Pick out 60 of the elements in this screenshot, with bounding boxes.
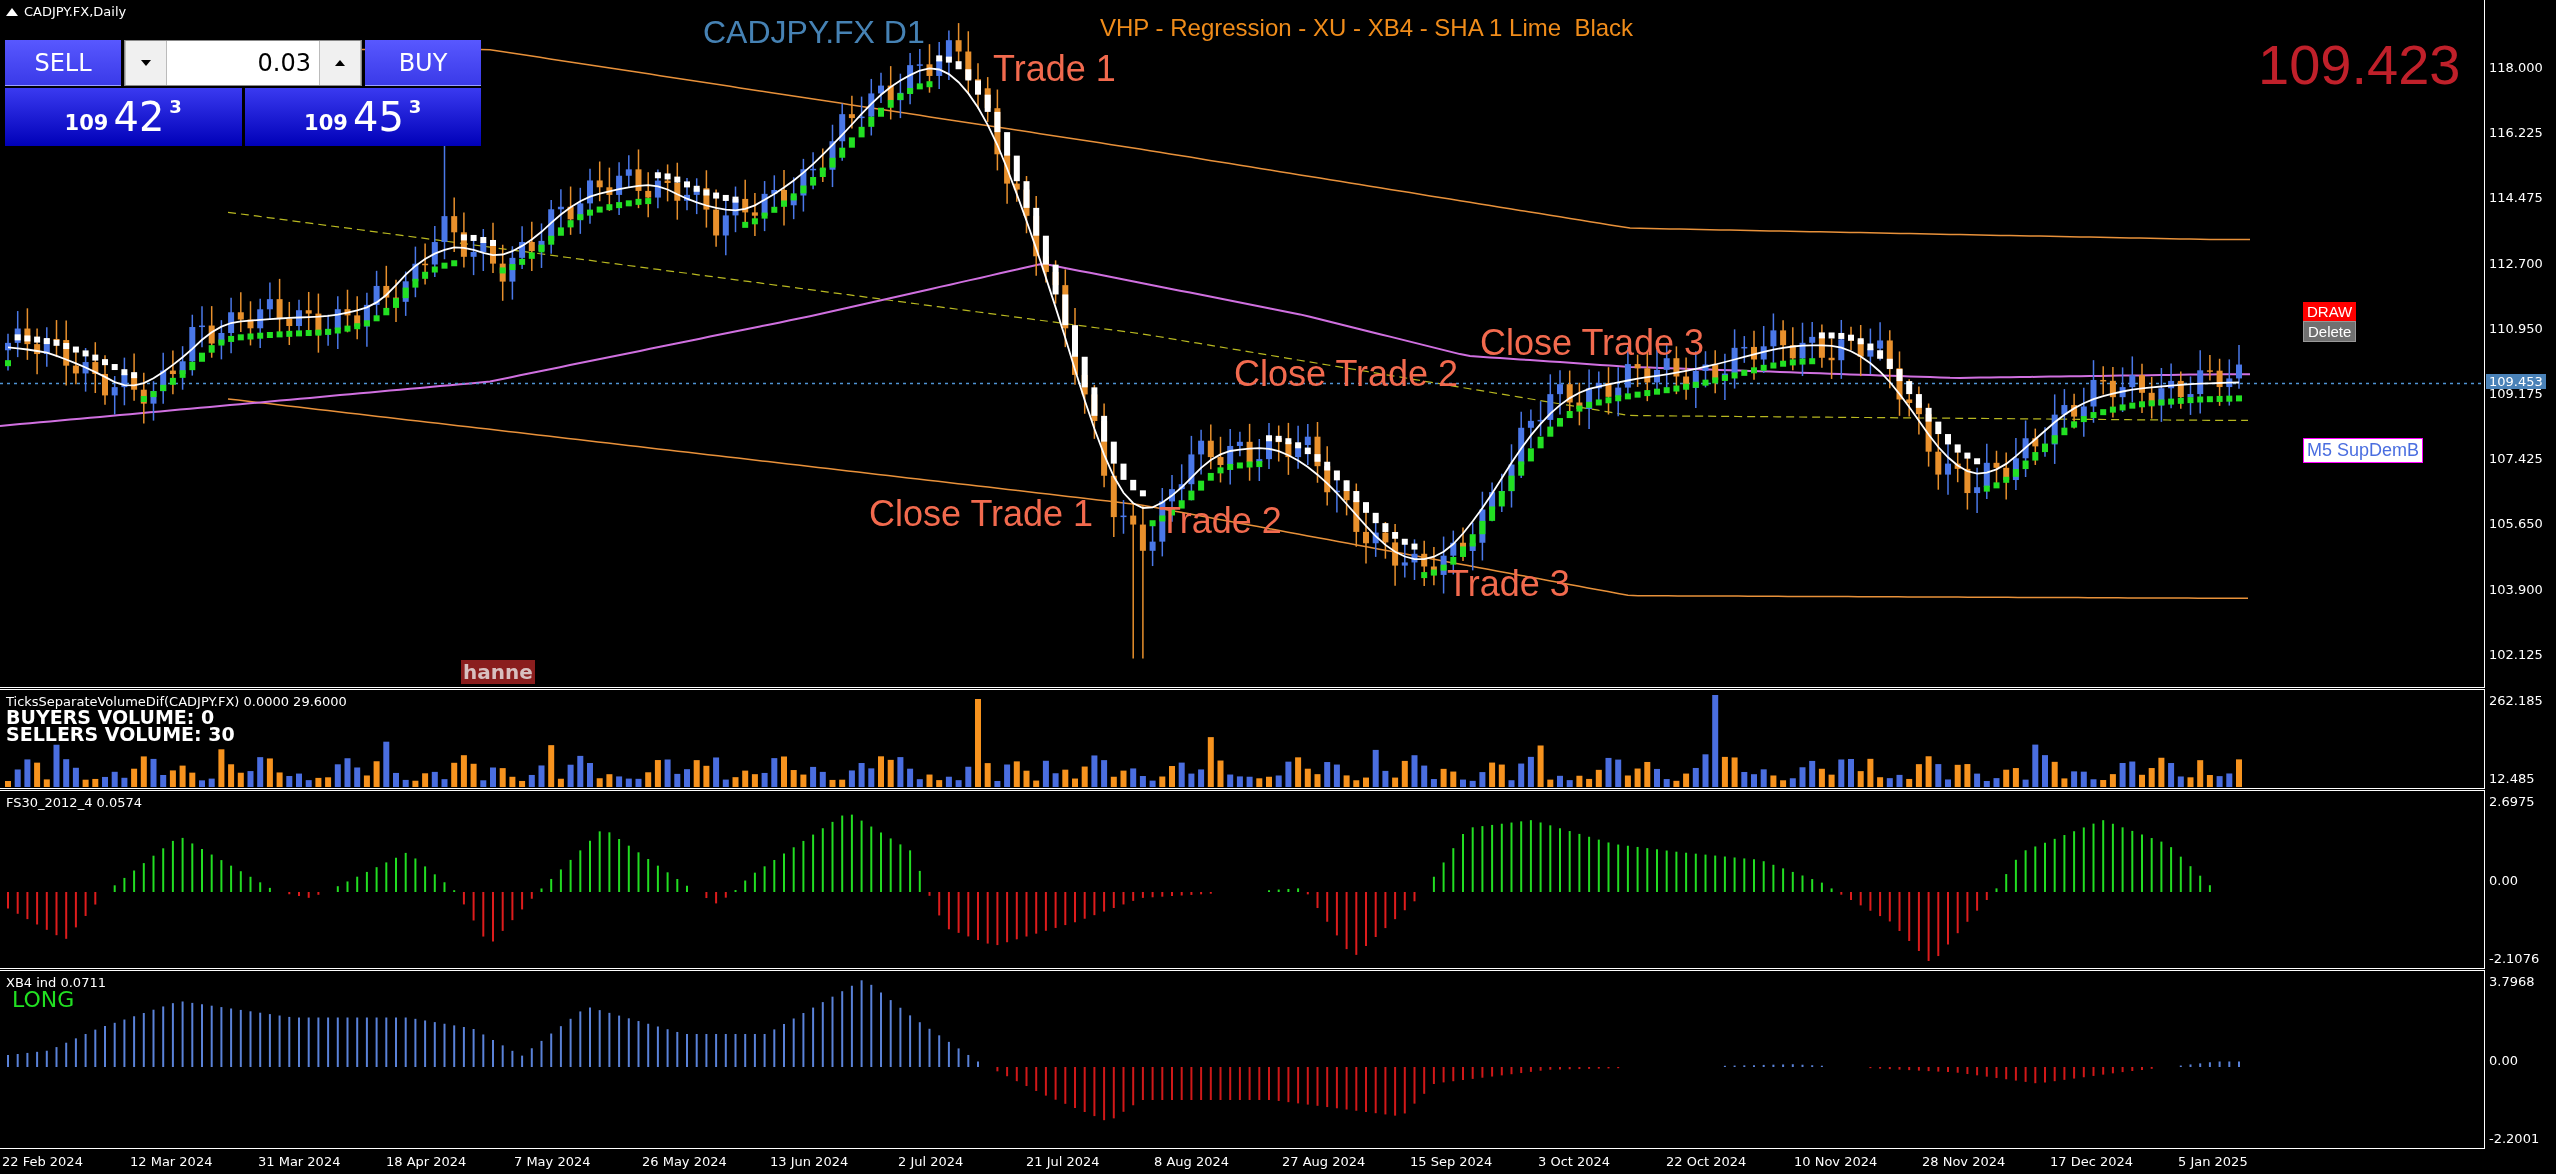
trade-annotation: Trade 1 [993,48,1116,90]
date-axis-label: 7 May 2024 [514,1153,592,1169]
price-axis-label: 116.225 [2489,125,2543,141]
sellers-volume: SELLERS VOLUME: 30 [6,726,235,743]
date-axis-label: 27 Aug 2024 [1282,1153,1367,1169]
oscillator-axis-label: 2.6975 [2489,794,2536,809]
panel-title: FS30_2012_4 0.0574 [6,795,143,810]
volume-axis-label: 12.485 [2489,771,2536,786]
date-axis-label: 31 Mar 2024 [258,1153,342,1169]
current-price-tag: 109.453 [2486,374,2546,390]
date-axis-label: 13 Jun 2024 [770,1153,850,1169]
price-axis-label: 105.650 [2489,516,2543,532]
buy-button[interactable]: BUY [365,40,481,86]
date-axis-label: 12 Mar 2024 [130,1153,214,1169]
lot-size-field[interactable]: 0.03 [124,40,362,86]
price-axis-label: 103.900 [2489,581,2543,597]
volume-axis-label: 262.185 [2489,693,2544,708]
date-axis-label: 2 Jul 2024 [898,1153,965,1169]
lot-value: 0.03 [256,48,312,79]
date-axis-label: 21 Jul 2024 [1026,1153,1101,1169]
date-axis-label: 18 Apr 2024 [386,1153,468,1169]
date-axis-label: 3 Oct 2024 [1538,1153,1612,1169]
date-axis-label: 10 Nov 2024 [1794,1153,1879,1169]
oscillator-axis-label: -2.1076 [2489,951,2541,966]
price-axis-label: 102.125 [2489,646,2543,662]
zone-label[interactable]: M5 SupDemB [2303,438,2424,463]
indicator-caption: VHP - Regression - XU - XB4 - SHA 1 Lime Black [1100,14,1634,42]
date-axis-label: 17 Dec 2024 [2050,1153,2135,1169]
price-axis-label: 112.700 [2489,255,2543,271]
oscillator-axis-label: 0.00 [2489,1052,2519,1068]
draw-button[interactable]: DRAW [2303,302,2357,321]
date-axis-label: 22 Oct 2024 [1666,1153,1748,1169]
panel-title: XB4 ind 0.0711 [6,975,106,990]
panel-title: TicksSeparateVolumeDif(CADJPY.FX) 0.0000 29.6000 [6,694,347,709]
symbol-label: CADJPY.FX D1 [703,14,925,51]
date-axis-label: 15 Sep 2024 [1410,1153,1494,1169]
signal-label: LONG [12,990,75,1010]
window-title: CADJPY.FX,Daily [24,4,127,19]
oscillator-axis-label: 3.7968 [2489,974,2536,989]
price-axis-label: 114.475 [2489,190,2543,206]
date-axis-label: 28 Nov 2024 [1922,1153,2007,1169]
price-axis-label: 118.000 [2489,60,2543,75]
buyers-volume: BUYERS VOLUME: 0 [6,709,215,726]
oscillator-axis-label: 0.00 [2489,872,2519,888]
decrease-lot-icon[interactable] [125,41,167,85]
date-axis-label: 22 Feb 2024 [2,1153,84,1169]
object-label: hanne [461,660,535,684]
price-axis-label: 107.425 [2489,451,2543,467]
sell-button[interactable]: SELL [5,40,121,86]
increase-lot-icon[interactable] [319,41,361,85]
date-axis-label: 5 Jan 2025 [2178,1153,2249,1169]
trade-annotation: Close Trade 1 [869,493,1094,535]
delete-button[interactable]: Delete [2303,321,2357,342]
collapse-triangle-icon[interactable] [6,7,18,16]
trade-annotation: Close Trade 3 [1480,322,1705,364]
last-price: 109.423 [2258,32,2461,97]
oscillator-axis-label: -2.2001 [2489,1131,2541,1146]
date-axis-label: 8 Aug 2024 [1154,1153,1230,1169]
price-axis-label: 110.950 [2489,320,2543,336]
date-axis-label: 26 May 2024 [642,1153,728,1169]
